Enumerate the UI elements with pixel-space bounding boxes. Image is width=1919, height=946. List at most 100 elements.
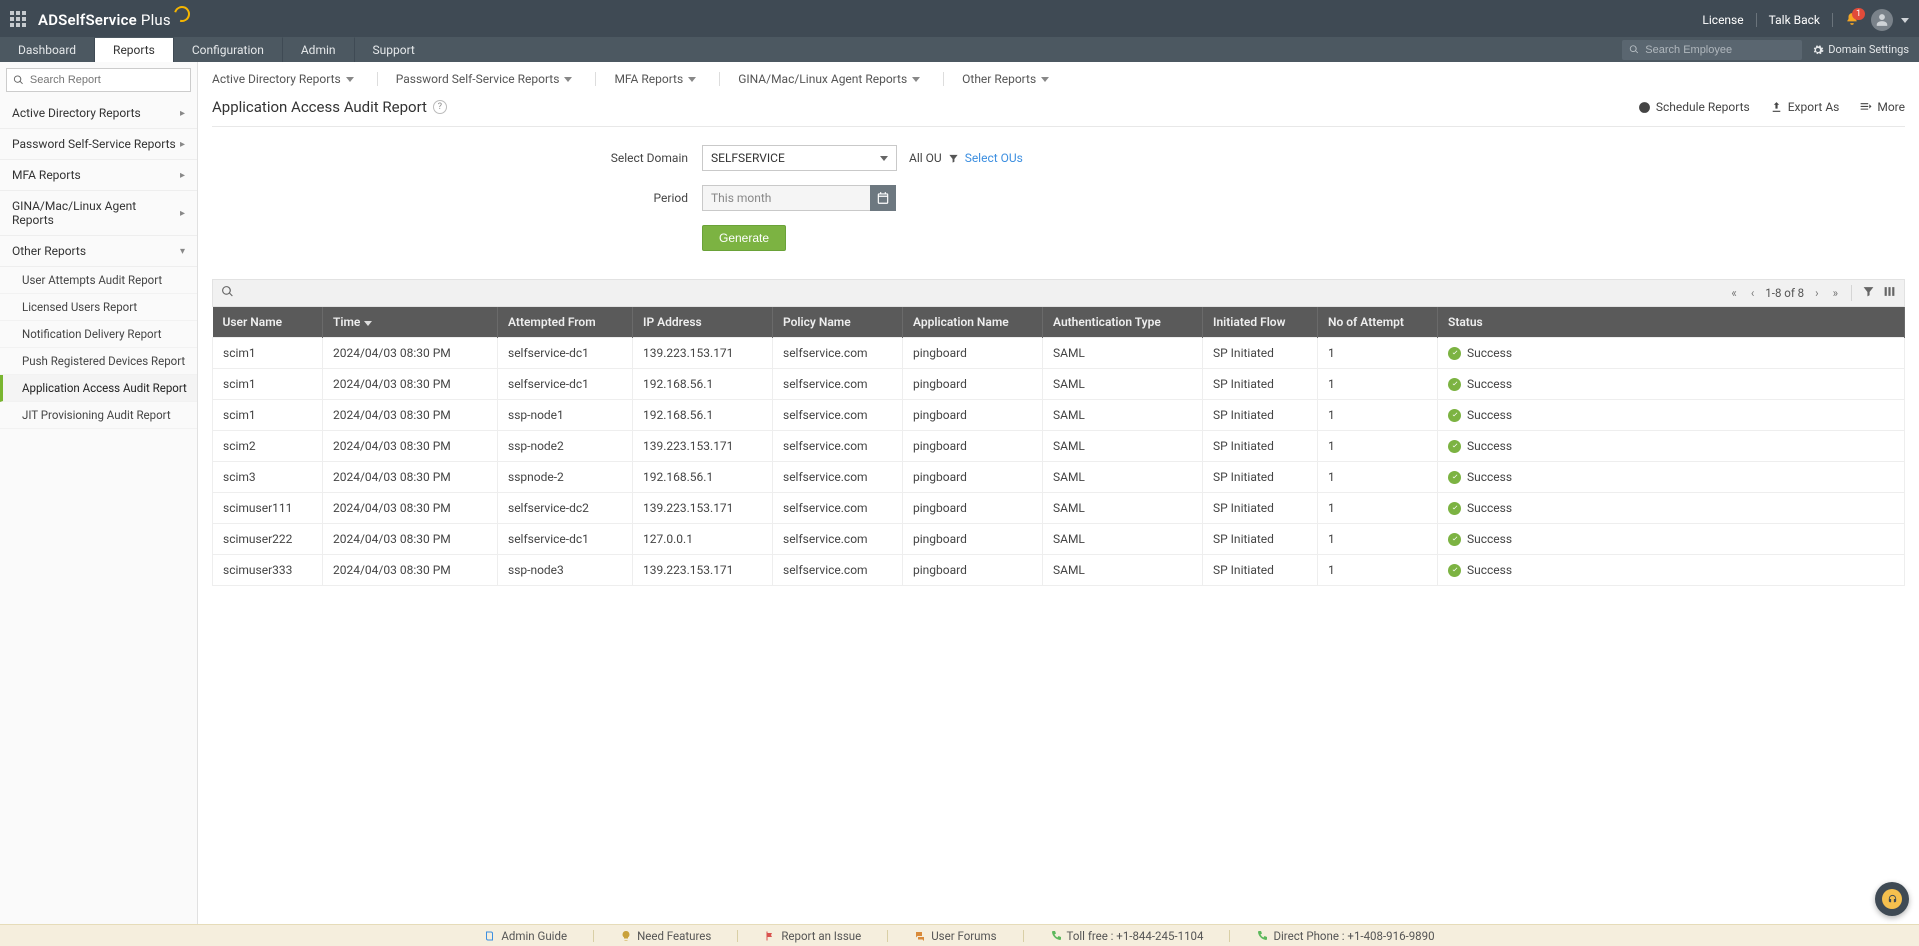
table-search-button[interactable]	[221, 285, 234, 301]
subnav-mfa[interactable]: MFA Reports	[614, 72, 720, 86]
cell-from: sspnode-2	[498, 462, 633, 493]
cell-from: ssp-node3	[498, 555, 633, 586]
talkback-link[interactable]: Talk Back	[1769, 13, 1820, 27]
footer-admin-guide[interactable]: Admin Guide	[484, 929, 567, 943]
sidebar-item-push[interactable]: Push Registered Devices Report	[0, 348, 197, 375]
tab-admin[interactable]: Admin	[282, 37, 354, 62]
table-header-row: User Name Time Attempted From IP Address…	[213, 307, 1905, 338]
success-icon	[1448, 409, 1461, 422]
user-menu[interactable]	[1871, 9, 1893, 31]
footer-need-features[interactable]: Need Features	[620, 929, 711, 943]
sidebar-cat-pwd[interactable]: Password Self-Service Reports▸	[0, 129, 197, 160]
export-button[interactable]: Export As	[1770, 100, 1840, 114]
page-head: Application Access Audit Report ? Schedu…	[212, 94, 1905, 127]
cell-app: pingboard	[903, 493, 1043, 524]
columns-icon	[1883, 285, 1896, 298]
sidebar-cat-ad[interactable]: Active Directory Reports▸	[0, 98, 197, 129]
cell-attempt: 1	[1318, 400, 1438, 431]
apps-grid-icon[interactable]	[10, 11, 28, 29]
sidebar-item-notification[interactable]: Notification Delivery Report	[0, 321, 197, 348]
success-icon	[1448, 347, 1461, 360]
table-row[interactable]: scim12024/04/03 08:30 PMselfservice-dc11…	[213, 369, 1905, 400]
sidebar-item-app-access[interactable]: Application Access Audit Report	[0, 375, 197, 402]
cell-user: scim2	[213, 431, 323, 462]
period-select[interactable]: This month	[702, 185, 871, 211]
col-attempt[interactable]: No of Attempt	[1318, 307, 1438, 338]
status-text: Success	[1467, 377, 1512, 391]
table-row[interactable]: scimuser3332024/04/03 08:30 PMssp-node31…	[213, 555, 1905, 586]
subnav-gina[interactable]: GINA/Mac/Linux Agent Reports	[738, 72, 944, 86]
schedule-reports-button[interactable]: Schedule Reports	[1638, 100, 1750, 114]
footer-toll-free[interactable]: Toll free : +1-844-245-1104	[1050, 929, 1204, 943]
subnav-pwd[interactable]: Password Self-Service Reports	[396, 72, 597, 86]
calendar-button[interactable]	[870, 185, 896, 211]
more-button[interactable]: More	[1859, 100, 1905, 114]
filter-form: Select Domain SELFSERVICE All OU Select …	[212, 127, 1905, 279]
generate-button[interactable]: Generate	[702, 225, 786, 251]
tab-support[interactable]: Support	[354, 37, 433, 62]
footer-direct[interactable]: Direct Phone : +1-408-916-9890	[1256, 929, 1434, 943]
pager-next[interactable]: ›	[1812, 286, 1821, 300]
col-app[interactable]: Application Name	[903, 307, 1043, 338]
domain-settings-button[interactable]: Domain Settings	[1812, 43, 1909, 56]
subnav-ad[interactable]: Active Directory Reports	[212, 72, 378, 86]
col-ip[interactable]: IP Address	[633, 307, 773, 338]
report-search-input[interactable]	[28, 73, 184, 87]
cell-time: 2024/04/03 08:30 PM	[323, 400, 498, 431]
tab-dashboard[interactable]: Dashboard	[0, 37, 94, 62]
select-ous-link[interactable]: Select OUs	[965, 151, 1023, 165]
table-row[interactable]: scim32024/04/03 08:30 PMsspnode-2192.168…	[213, 462, 1905, 493]
status-text: Success	[1467, 346, 1512, 360]
subnav-other[interactable]: Other Reports	[962, 72, 1049, 86]
sidebar-cat-gina[interactable]: GINA/Mac/Linux Agent Reports▸	[0, 191, 197, 236]
sidebar-item-user-attempts[interactable]: User Attempts Audit Report	[0, 267, 197, 294]
columns-button[interactable]	[1883, 285, 1896, 301]
col-policy[interactable]: Policy Name	[773, 307, 903, 338]
cell-flow: SP Initiated	[1203, 400, 1318, 431]
tab-reports[interactable]: Reports	[94, 37, 173, 62]
pager-first[interactable]: «	[1728, 286, 1739, 300]
domain-select[interactable]: SELFSERVICE	[702, 145, 897, 171]
pager-last[interactable]: »	[1830, 286, 1841, 300]
chat-widget[interactable]	[1875, 882, 1909, 916]
table-row[interactable]: scimuser1112024/04/03 08:30 PMselfservic…	[213, 493, 1905, 524]
cell-policy: selfservice.com	[773, 462, 903, 493]
sidebar-item-jit[interactable]: JIT Provisioning Audit Report	[0, 402, 197, 429]
success-icon	[1448, 471, 1461, 484]
table-row[interactable]: scim12024/04/03 08:30 PMselfservice-dc11…	[213, 338, 1905, 369]
tab-configuration[interactable]: Configuration	[173, 37, 282, 62]
cell-status: Success	[1438, 400, 1905, 431]
license-link[interactable]: License	[1702, 13, 1743, 27]
notifications-button[interactable]: 1	[1845, 12, 1859, 29]
sidebar-cat-other[interactable]: Other Reports▾	[0, 236, 197, 267]
table-row[interactable]: scimuser2222024/04/03 08:30 PMselfservic…	[213, 524, 1905, 555]
filter-button[interactable]	[1862, 285, 1875, 301]
funnel-icon[interactable]	[948, 153, 959, 164]
cell-ip: 139.223.153.171	[633, 338, 773, 369]
sidebar-item-licensed[interactable]: Licensed Users Report	[0, 294, 197, 321]
col-auth[interactable]: Authentication Type	[1043, 307, 1203, 338]
employee-search-input[interactable]	[1643, 43, 1795, 57]
cell-policy: selfservice.com	[773, 431, 903, 462]
domain-label: Select Domain	[212, 151, 702, 165]
table-row[interactable]: scim22024/04/03 08:30 PMssp-node2139.223…	[213, 431, 1905, 462]
pager-prev[interactable]: ‹	[1748, 286, 1757, 300]
sidebar-cat-mfa[interactable]: MFA Reports▸	[0, 160, 197, 191]
table-row[interactable]: scim12024/04/03 08:30 PMssp-node1192.168…	[213, 400, 1905, 431]
col-user[interactable]: User Name	[213, 307, 323, 338]
col-from[interactable]: Attempted From	[498, 307, 633, 338]
col-status[interactable]: Status	[1438, 307, 1905, 338]
col-flow[interactable]: Initiated Flow	[1203, 307, 1318, 338]
footer-report-issue[interactable]: Report an Issue	[764, 929, 861, 943]
employee-search[interactable]	[1622, 40, 1802, 60]
report-search[interactable]	[6, 68, 191, 92]
footer-user-forums[interactable]: User Forums	[914, 929, 996, 943]
help-icon[interactable]: ?	[433, 100, 447, 114]
user-menu-caret-icon[interactable]	[1901, 18, 1909, 23]
cell-attempt: 1	[1318, 555, 1438, 586]
status-text: Success	[1467, 408, 1512, 422]
period-value: This month	[711, 191, 771, 205]
col-time[interactable]: Time	[323, 307, 498, 338]
cell-user: scimuser333	[213, 555, 323, 586]
cell-status: Success	[1438, 462, 1905, 493]
